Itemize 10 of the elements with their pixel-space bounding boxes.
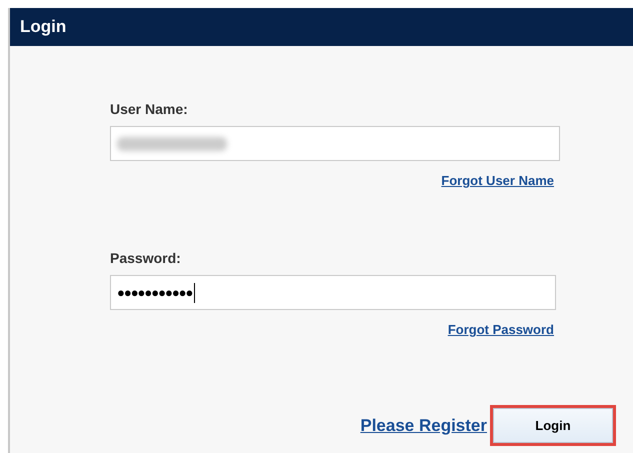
input-field[interactable] — [110, 126, 560, 161]
window-title: Login — [10, 8, 633, 46]
login-button[interactable]: Login — [493, 408, 613, 443]
field-label: User Name: — [110, 101, 189, 117]
field-label: Password: — [110, 250, 182, 266]
register-link[interactable]: Please Register — [360, 416, 487, 436]
forgot-link[interactable]: Forgot Password — [448, 322, 554, 337]
forgot-link[interactable]: Forgot User Name — [441, 173, 554, 188]
input-field[interactable]: ●●●●●●●●●●● — [110, 275, 556, 310]
password-value: ●●●●●●●●●●● — [117, 285, 192, 300]
